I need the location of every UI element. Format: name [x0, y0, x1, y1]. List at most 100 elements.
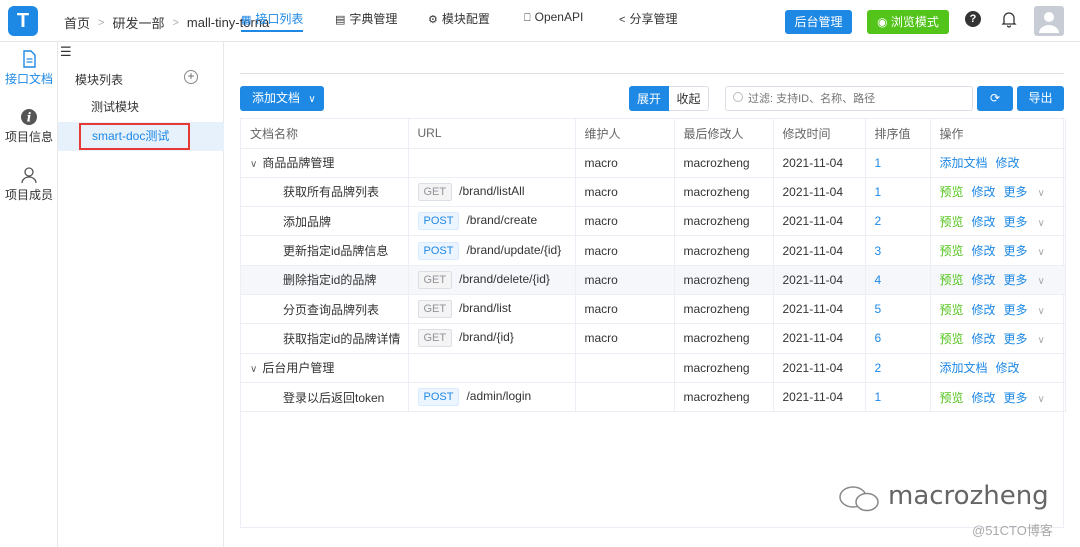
action-link[interactable]: 更多	[1004, 215, 1028, 229]
action-link[interactable]: 修改	[972, 273, 996, 287]
http-method-badge: POST	[417, 212, 460, 231]
order-cell: 5	[865, 294, 931, 325]
bookmark-icon: ⎕	[524, 12, 531, 24]
tab-api-list[interactable]: ▦ 接口列表	[241, 10, 304, 32]
doc-name-cell[interactable]: 更新指定id品牌信息	[241, 235, 409, 266]
chevron-down-icon[interactable]: ∨	[1038, 394, 1045, 405]
action-link[interactable]: 修改	[972, 391, 996, 405]
action-link[interactable]: 预览	[940, 185, 964, 199]
admin-button[interactable]: 后台管理	[785, 10, 852, 34]
svg-text:i: i	[27, 111, 32, 125]
action-link[interactable]: 预览	[940, 332, 964, 346]
action-link[interactable]: 更多	[1004, 303, 1028, 317]
url-cell: GET/brand/list	[408, 294, 576, 325]
rail-item-members[interactable]: 项目成员	[0, 166, 58, 203]
action-link[interactable]: 预览	[940, 303, 964, 317]
actions-cell: 添加文档 修改	[930, 148, 1066, 178]
doc-name-cell[interactable]: 分页查询品牌列表	[241, 294, 409, 325]
add-doc-button[interactable]: 添加文档 ∨	[240, 86, 324, 111]
bell-icon[interactable]	[1001, 10, 1017, 28]
chevron-down-icon[interactable]: ∨	[1038, 335, 1045, 346]
app-logo[interactable]: T	[8, 6, 38, 36]
action-link[interactable]: 更多	[1004, 185, 1028, 199]
table-row[interactable]: 获取指定id的品牌详情 GET/brand/{id} macro macrozheng…	[241, 323, 1066, 354]
actions-cell: 预览 修改 更多 ∨	[930, 265, 1066, 295]
chevron-down-icon[interactable]: ∨	[1038, 188, 1045, 199]
action-link[interactable]: 预览	[940, 273, 964, 287]
export-button[interactable]: 导出	[1017, 86, 1064, 111]
chevron-down-icon[interactable]: ∨	[1038, 306, 1045, 317]
table-row[interactable]: 登录以后返回token POST/admin/login macrozheng 202…	[241, 382, 1066, 413]
action-link[interactable]: 修改	[972, 332, 996, 346]
table-group-row[interactable]: ∨ 后台用户管理 macrozheng 2021-11-04 2 添加文档 修改	[241, 353, 1066, 383]
rail-item-info[interactable]: i 项目信息	[0, 108, 58, 145]
chevron-down-icon[interactable]: ∨	[250, 159, 257, 170]
action-link[interactable]: 修改	[972, 185, 996, 199]
url-path: /admin/login	[466, 389, 532, 404]
module-item[interactable]: 测试模块	[58, 93, 224, 122]
url-cell: POST/brand/create	[408, 206, 576, 237]
breadcrumb-home[interactable]: 首页	[64, 13, 90, 32]
tab-openapi[interactable]: ⎕ OpenAPI	[524, 10, 583, 32]
action-link[interactable]: 更多	[1004, 244, 1028, 258]
table-row[interactable]: 获取所有品牌列表 GET/brand/listAll macro macrozheng…	[241, 177, 1066, 208]
doc-name-cell[interactable]: ∨ 后台用户管理	[241, 353, 409, 383]
action-link[interactable]: 修改	[972, 244, 996, 258]
filter-input[interactable]	[725, 86, 973, 111]
table-row[interactable]: 分页查询品牌列表 GET/brand/list macro macrozheng 202…	[241, 294, 1066, 325]
chevron-down-icon[interactable]: ∨	[1038, 247, 1045, 258]
action-link[interactable]: 预览	[940, 244, 964, 258]
action-link[interactable]: 修改	[996, 156, 1020, 170]
table-row[interactable]: 删除指定id的品牌 GET/brand/delete/{id} macro macro…	[241, 265, 1066, 295]
refresh-icon: ⟳	[989, 91, 1001, 105]
column-header: 修改时间	[773, 119, 866, 149]
action-link[interactable]: 添加文档	[940, 361, 988, 375]
doc-name-cell[interactable]: 登录以后返回token	[241, 382, 409, 413]
chevron-down-icon[interactable]: ∨	[1038, 218, 1045, 229]
action-link[interactable]: 修改	[972, 303, 996, 317]
action-link[interactable]: 修改	[996, 361, 1020, 375]
maintainer-cell: macro	[575, 235, 675, 266]
collapse-menu-icon[interactable]: ☰	[60, 44, 72, 60]
action-link[interactable]: 预览	[940, 391, 964, 405]
action-link[interactable]: 添加文档	[940, 156, 988, 170]
table-row[interactable]: 更新指定id品牌信息 POST/brand/update/{id} macro mac…	[241, 235, 1066, 266]
table-group-row[interactable]: ∨ 商品品牌管理 macro macrozheng 2021-11-04 1 添加文档 修改	[241, 148, 1066, 178]
doc-name-cell[interactable]: 删除指定id的品牌	[241, 265, 409, 295]
rail-item-label: 接口文档	[4, 72, 53, 86]
refresh-button[interactable]: ⟳	[977, 86, 1013, 111]
breadcrumb-team[interactable]: 研发一部	[112, 13, 164, 32]
table-row[interactable]: 添加品牌 POST/brand/create macro macrozheng 2021…	[241, 206, 1066, 237]
browse-mode-button[interactable]: ◉ 浏览模式	[867, 10, 949, 34]
action-link[interactable]: 更多	[1004, 391, 1028, 405]
column-header: 操作	[930, 119, 1066, 149]
time-cell: 2021-11-04	[773, 206, 866, 237]
chevron-down-icon[interactable]: ∨	[1038, 276, 1045, 287]
maintainer-cell: macro	[575, 206, 675, 237]
action-link[interactable]: 更多	[1004, 332, 1028, 346]
action-link[interactable]: 预览	[940, 215, 964, 229]
tab-module-config[interactable]: ⚙ 模块配置	[428, 10, 490, 32]
doc-name-cell[interactable]: 获取所有品牌列表	[241, 177, 409, 208]
action-link[interactable]: 修改	[972, 215, 996, 229]
doc-name-cell[interactable]: 获取指定id的品牌详情	[241, 323, 409, 354]
expand-button[interactable]: 展开	[629, 86, 669, 111]
url-cell	[408, 353, 576, 383]
rail-item-docs[interactable]: 接口文档	[0, 50, 58, 87]
plus-circle-icon[interactable]: +	[184, 70, 198, 84]
tab-label: 分享管理	[629, 12, 678, 26]
tab-share[interactable]: < 分享管理	[619, 10, 677, 32]
collapse-button[interactable]: 收起	[669, 86, 709, 111]
action-link[interactable]: 更多	[1004, 273, 1028, 287]
question-circle-icon[interactable]: ?	[965, 11, 981, 27]
doc-name-cell[interactable]: ∨ 商品品牌管理	[241, 148, 409, 178]
user-avatar-icon[interactable]	[1034, 6, 1064, 36]
grid-icon: ▦	[241, 14, 252, 26]
module-item-label-highlight[interactable]: smart-doc测试	[79, 123, 190, 150]
doc-name-cell[interactable]: 添加品牌	[241, 206, 409, 237]
tab-dictionary[interactable]: ▤ 字典管理	[335, 10, 397, 32]
modifier-cell: macrozheng	[674, 382, 774, 413]
time-cell: 2021-11-04	[773, 382, 866, 413]
maintainer-cell: macro	[575, 265, 675, 295]
chevron-down-icon[interactable]: ∨	[250, 364, 257, 375]
